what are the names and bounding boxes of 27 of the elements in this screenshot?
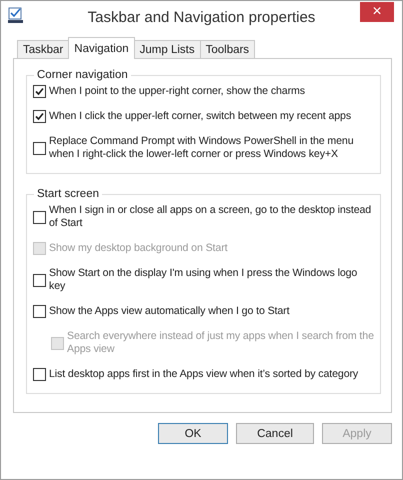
checkbox[interactable] <box>33 110 46 123</box>
taskbar-properties-icon <box>7 7 25 25</box>
checkbox[interactable] <box>33 368 46 381</box>
option-label: Replace Command Prompt with Windows PowerShell in the menu when I right-click the lower-left corner or press Windows key+X <box>49 135 354 161</box>
option-label: Show Start on the display I'm using when I press the Windows logo key <box>49 267 358 293</box>
group-title: Start screen <box>36 188 100 200</box>
dialog-button[interactable]: OK <box>158 423 228 444</box>
dialog-button[interactable]: Cancel <box>236 423 314 444</box>
tab[interactable]: Toolbars <box>200 40 256 59</box>
close-button[interactable]: × <box>360 2 394 22</box>
checkbox[interactable] <box>33 210 46 224</box>
option-label: Search everywhere instead of just my apps when I search from the Apps view <box>67 330 375 356</box>
window-title: Taskbar and Navigation properties <box>88 8 316 26</box>
checkbox[interactable] <box>33 274 46 286</box>
tab[interactable]: Navigation <box>68 37 135 59</box>
option-label: List desktop apps first in the Apps view when it’s sorted by category <box>49 368 358 381</box>
option-label: When I click the upper-left corner, switch between my recent apps <box>49 110 352 123</box>
option-label: When I sign in or close all apps on a screen, go to the desktop instead of Start <box>49 204 372 230</box>
group-title: Corner navigation <box>36 69 129 81</box>
checkbox[interactable] <box>33 142 46 154</box>
tab[interactable]: Jump Lists <box>134 40 201 59</box>
option-label: Show my desktop background on Start <box>49 242 228 255</box>
option-label: Show the Apps view automatically when I go to Start <box>49 305 290 318</box>
tab[interactable]: Taskbar <box>17 40 70 59</box>
option-label: When I point to the upper-right corner, show the charms <box>49 85 305 98</box>
checkbox[interactable] <box>33 305 46 318</box>
checkbox[interactable] <box>33 85 46 98</box>
